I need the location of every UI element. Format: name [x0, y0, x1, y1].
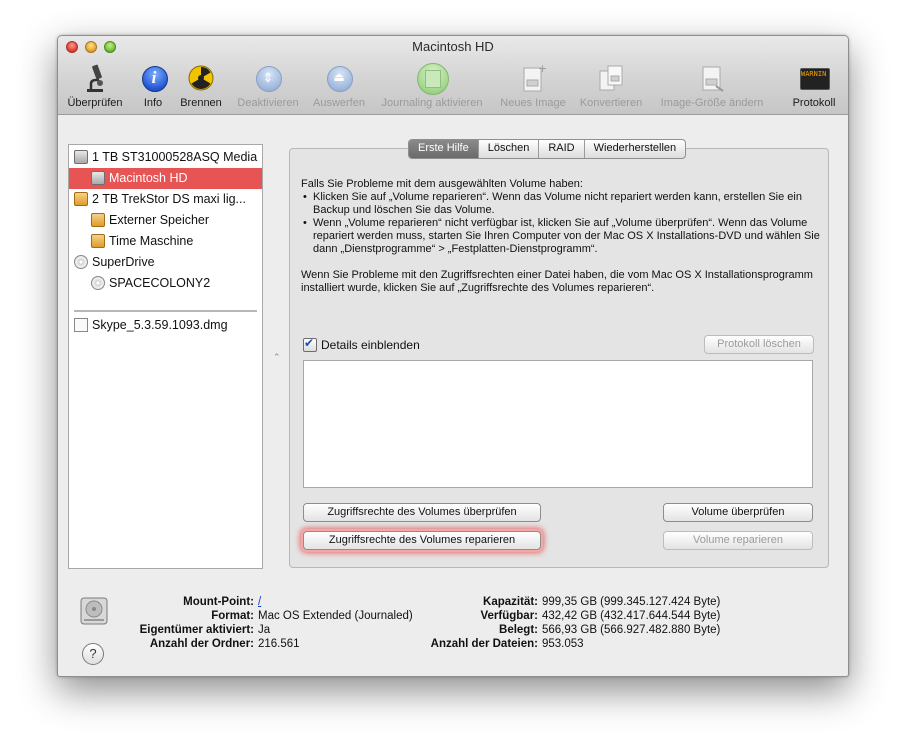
instructions-bullet: Wenn „Volume reparieren“ nicht verfügbar…	[303, 217, 821, 256]
toolbar-label: Konvertieren	[579, 97, 643, 109]
info-folder-count: Anzahl der Ordner: 216.561	[149, 638, 300, 650]
sidebar-item-label: SuperDrive	[92, 255, 155, 269]
sidebar-item-macintosh-hd[interactable]: Macintosh HD	[69, 168, 262, 189]
disk-utility-window: Macintosh HD Überprüfen i Info Brennen ⇕	[57, 35, 849, 677]
external-volume-icon	[91, 234, 105, 248]
device-sidebar[interactable]: 1 TB ST31000528ASQ Media Macintosh HD 2 …	[68, 144, 263, 569]
info-available: Verfügbar: 432,42 GB (432.417.644.544 Byt…	[480, 610, 721, 622]
toolbar-convert-button[interactable]: Konvertieren	[576, 62, 646, 112]
toolbar-label: Protokoll	[792, 97, 836, 109]
sidebar-item-externer-speicher[interactable]: Externer Speicher	[69, 210, 262, 231]
details-log[interactable]	[303, 360, 813, 488]
svg-text:+: +	[538, 62, 547, 75]
verify-permissions-button[interactable]: Zugriffsrechte des Volumes überprüfen	[303, 503, 541, 522]
sidebar-separator	[74, 310, 257, 312]
burn-icon	[185, 62, 217, 94]
sidebar-item-label: Macintosh HD	[109, 171, 188, 185]
external-disk-icon	[74, 192, 88, 206]
eject-icon: ⏏	[323, 62, 355, 94]
toolbar-verify-button[interactable]: Überprüfen	[64, 62, 126, 112]
toolbar-journaling-button[interactable]: Journaling aktivieren	[376, 62, 488, 112]
toolbar-log-button[interactable]: WARNIN AY 7:36 Protokoll	[786, 62, 842, 112]
info-owners-enabled: Eigentümer aktiviert: Ja	[139, 624, 271, 636]
hard-disk-icon	[74, 150, 88, 164]
toolbar-label: Info	[143, 97, 163, 109]
mount-point-link[interactable]: /	[258, 596, 261, 608]
info-icon: i	[138, 62, 170, 94]
sidebar-item-skype-dmg[interactable]: Skype_5.3.59.1093.dmg	[69, 315, 262, 336]
repair-permissions-button[interactable]: Zugriffsrechte des Volumes reparieren	[303, 531, 541, 550]
window-title: Macintosh HD	[412, 39, 494, 54]
log-icon-text: WARNIN AY 7:36	[801, 70, 827, 78]
toolbar-resize-image-button[interactable]: Image-Größe ändern	[654, 62, 770, 112]
hard-disk-icon	[80, 596, 108, 626]
new-image-icon: +	[517, 62, 549, 94]
optical-drive-icon	[74, 255, 88, 269]
sidebar-item-label: 2 TB TrekStor DS maxi lig...	[92, 192, 246, 206]
permissions-instructions: Wenn Sie Probleme mit den Zugriffsrechte…	[301, 269, 813, 294]
instructions-intro: Falls Sie Probleme mit dem ausgewählten …	[301, 178, 583, 190]
resize-image-icon	[696, 62, 728, 94]
checkmark-icon	[303, 336, 317, 352]
toolbar-info-button[interactable]: i Info	[138, 62, 168, 112]
sidebar-item-label: Skype_5.3.59.1093.dmg	[92, 318, 228, 332]
toolbar-new-image-button[interactable]: + Neues Image	[498, 62, 568, 112]
title-bar: Macintosh HD Überprüfen i Info Brennen ⇕	[58, 36, 848, 115]
disc-icon	[91, 276, 105, 290]
toolbar-label: Auswerfen	[313, 97, 365, 109]
first-aid-instructions: Falls Sie Probleme mit dem ausgewählten …	[301, 178, 821, 295]
log-icon: WARNIN AY 7:36	[798, 62, 830, 94]
toolbar-label: Journaling aktivieren	[381, 97, 483, 109]
info-file-count: Anzahl der Dateien: 953.053	[430, 638, 584, 650]
sidebar-item-disk2[interactable]: 2 TB TrekStor DS maxi lig...	[69, 189, 262, 210]
toolbar-label: Überprüfen	[67, 97, 123, 109]
tab-erase[interactable]: Löschen	[479, 140, 540, 158]
tab-raid[interactable]: RAID	[539, 140, 585, 158]
info-mount-point: Mount-Point: /	[183, 596, 262, 608]
toolbar-label: Deaktivieren	[237, 97, 299, 109]
sidebar-item-label: Externer Speicher	[109, 213, 210, 227]
toolbar-eject-button[interactable]: ⏏ Auswerfen	[310, 62, 368, 112]
journaling-icon	[416, 62, 449, 95]
sidebar-item-label: 1 TB ST31000528ASQ Media	[92, 150, 258, 164]
sidebar-item-label: SPACECOLONY2	[109, 276, 211, 290]
tab-bar: Erste Hilfe Löschen RAID Wiederherstelle…	[408, 139, 687, 159]
info-used: Belegt: 566,93 GB (566.927.482.880 Byte)	[499, 624, 721, 636]
info-format: Format: Mac OS Extended (Journaled)	[211, 610, 413, 622]
sidebar-item-spacecolony2[interactable]: SPACECOLONY2	[69, 273, 262, 294]
sidebar-item-disk1[interactable]: 1 TB ST31000528ASQ Media	[69, 147, 262, 168]
help-button[interactable]: ?	[82, 643, 104, 665]
hard-disk-icon	[91, 171, 105, 185]
split-view-handle[interactable]: ⌃	[273, 352, 281, 363]
instructions-bullet: Klicken Sie auf „Volume reparieren“. Wen…	[303, 191, 821, 217]
tab-first-aid[interactable]: Erste Hilfe	[409, 140, 479, 158]
microscope-icon	[79, 62, 111, 94]
show-details-label: Details einblenden	[321, 338, 420, 352]
repair-volume-button[interactable]: Volume reparieren	[663, 531, 813, 550]
clear-log-button[interactable]: Protokoll löschen	[704, 335, 814, 354]
toolbar-burn-button[interactable]: Brennen	[176, 62, 226, 112]
disk-image-icon	[74, 318, 88, 332]
sidebar-item-time-maschine[interactable]: Time Maschine	[69, 231, 262, 252]
external-volume-icon	[91, 213, 105, 227]
convert-icon	[595, 62, 627, 94]
toolbar-label: Brennen	[180, 97, 222, 109]
toolbar-label: Neues Image	[500, 97, 566, 109]
sidebar-item-label: Time Maschine	[109, 234, 194, 248]
toolbar-label: Image-Größe ändern	[660, 97, 764, 109]
info-capacity: Kapazität: 999,35 GB (999.345.127.424 Byt…	[483, 596, 721, 608]
sidebar-item-superdrive[interactable]: SuperDrive	[69, 252, 262, 273]
unmount-icon: ⇕	[252, 62, 284, 94]
toolbar-unmount-button[interactable]: ⇕ Deaktivieren	[234, 62, 302, 112]
verify-volume-button[interactable]: Volume überprüfen	[663, 503, 813, 522]
tab-restore[interactable]: Wiederherstellen	[585, 140, 686, 158]
show-details-checkbox[interactable]: Details einblenden	[303, 336, 420, 352]
